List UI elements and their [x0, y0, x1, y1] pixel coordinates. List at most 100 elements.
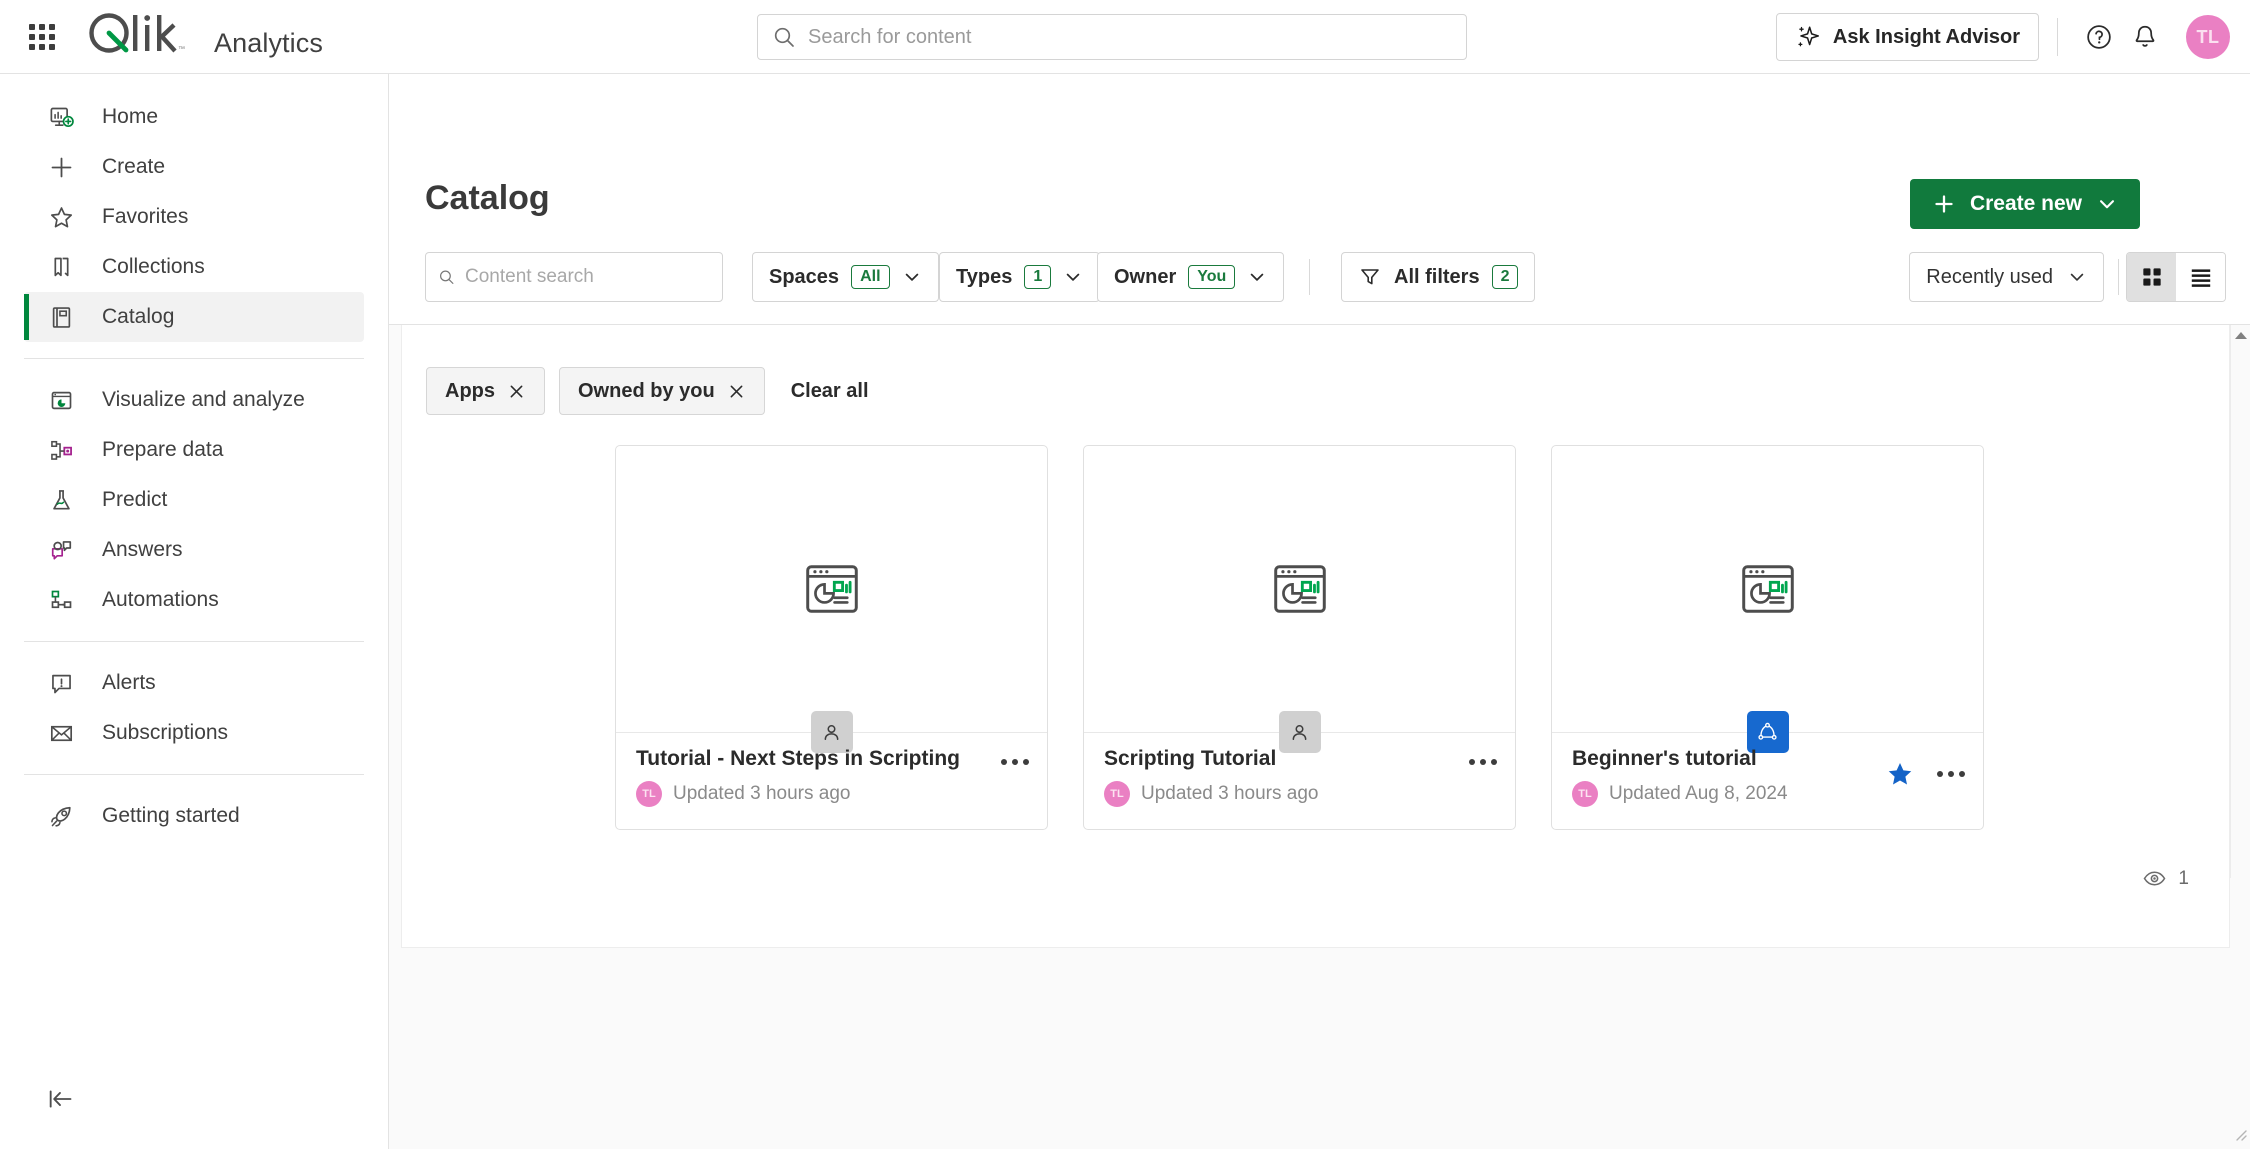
collapse-sidebar-button[interactable] — [38, 1077, 82, 1121]
content-search-box[interactable] — [425, 252, 723, 302]
sidebar-divider-3 — [24, 774, 364, 775]
types-filter-button[interactable]: Types 1 — [939, 252, 1101, 302]
collapse-left-icon — [49, 1090, 72, 1108]
sidebar-item-create[interactable]: Create — [24, 142, 364, 192]
sidebar-item-getting-started[interactable]: Getting started — [24, 791, 364, 841]
more-options-icon[interactable] — [1469, 759, 1497, 765]
app-card-body: Scripting Tutorial TL Updated 3 hours ag… — [1084, 733, 1515, 829]
results-vertical-scrollbar[interactable] — [2230, 325, 2250, 878]
all-filters-badge: 2 — [1491, 265, 1519, 289]
close-x-icon[interactable] — [507, 382, 526, 401]
app-card-body: Beginner's tutorial TL Updated Aug 8, 20… — [1552, 733, 1983, 829]
app-card[interactable]: Scripting Tutorial TL Updated 3 hours ag… — [1083, 445, 1516, 830]
sidebar-item-label: Visualize and analyze — [102, 388, 305, 411]
help-button[interactable] — [2076, 14, 2122, 60]
more-options-icon[interactable] — [1937, 771, 1965, 777]
close-x-icon[interactable] — [727, 382, 746, 401]
top-right-actions: Ask Insight Advisor TL — [1775, 0, 2230, 74]
app-chart-window-icon — [1273, 565, 1326, 613]
ask-insight-advisor-label: Ask Insight Advisor — [1832, 25, 2020, 48]
clear-all-filters-button[interactable]: Clear all — [791, 380, 869, 403]
sidebar-item-label: Automations — [102, 588, 219, 611]
global-search-input[interactable] — [808, 25, 1452, 49]
filter-chip-owned-by-you[interactable]: Owned by you — [559, 367, 765, 415]
main-content-area: Catalog Create new Spaces All Types — [389, 74, 2250, 1149]
sidebar-item-label: Predict — [102, 488, 168, 511]
app-card-actions — [1885, 759, 1965, 789]
scroll-up-arrow-button[interactable] — [2231, 325, 2250, 345]
plus-icon — [46, 152, 76, 182]
sidebar-item-prepare-data[interactable]: Prepare data — [24, 425, 364, 475]
app-card-updated: Updated Aug 8, 2024 — [1609, 783, 1788, 804]
app-card[interactable]: Tutorial - Next Steps in Scripting TL Up… — [615, 445, 1048, 830]
owner-filter-button[interactable]: Owner You — [1097, 252, 1285, 302]
view-mode-toggle — [2126, 252, 2226, 302]
user-avatar[interactable]: TL — [2186, 15, 2230, 59]
more-options-icon[interactable] — [1001, 759, 1029, 765]
global-search-box[interactable] — [757, 14, 1467, 60]
sidebar-item-predict[interactable]: Predict — [24, 475, 364, 525]
sidebar-item-favorites[interactable]: Favorites — [24, 192, 364, 242]
left-sidebar-nav: Home Create Favorites Collections Catalo… — [0, 74, 389, 1149]
content-search-input[interactable] — [465, 266, 710, 288]
sidebar-item-alerts[interactable]: Alerts — [24, 658, 364, 708]
brand-home-link[interactable]: ™ Analytics — [86, 10, 323, 63]
bookmark-icon — [46, 252, 76, 282]
sparkle-icon — [1798, 26, 1819, 47]
search-icon — [440, 270, 454, 284]
active-filter-chips: Apps Owned by you Clear all — [426, 367, 869, 415]
sidebar-item-label: Prepare data — [102, 438, 224, 461]
ask-insight-advisor-button[interactable]: Ask Insight Advisor — [1775, 13, 2039, 61]
sidebar-item-automations[interactable]: Automations — [24, 575, 364, 625]
app-chart-window-icon — [805, 565, 858, 613]
sidebar-item-answers[interactable]: Answers — [24, 525, 364, 575]
resize-grip-icon[interactable] — [2231, 1125, 2247, 1146]
list-view-button[interactable] — [2176, 253, 2225, 301]
toolbar-divider-2 — [2118, 259, 2119, 295]
favorite-star-button[interactable] — [1885, 759, 1915, 789]
top-header-bar: ™ Analytics Ask Insight Advisor — [0, 0, 2250, 74]
sidebar-item-label: Favorites — [102, 205, 189, 228]
star-filled-icon — [1888, 763, 1912, 785]
sort-dropdown-button[interactable]: Recently used — [1909, 252, 2104, 302]
svg-text:™: ™ — [178, 46, 185, 53]
home-dashboard-icon — [46, 102, 76, 132]
app-launcher-button[interactable] — [20, 15, 64, 59]
filter-chip-apps[interactable]: Apps — [426, 367, 545, 415]
app-launcher-grid-icon — [29, 23, 55, 50]
sort-label: Recently used — [1926, 265, 2053, 288]
notifications-button[interactable] — [2122, 14, 2168, 60]
chevron-down-icon — [2099, 200, 2115, 209]
create-new-label: Create new — [1969, 192, 2082, 215]
app-card-thumbnail — [1552, 446, 1983, 732]
sidebar-item-subscriptions[interactable]: Subscriptions — [24, 708, 364, 758]
help-circle-icon — [2087, 25, 2111, 49]
app-cards-grid: Tutorial - Next Steps in Scripting TL Up… — [615, 445, 1984, 830]
alert-exclamation-icon — [46, 668, 76, 698]
grid-view-button[interactable] — [2127, 253, 2176, 301]
chart-window-icon — [46, 385, 76, 415]
owner-avatar: TL — [636, 781, 662, 807]
search-icon — [774, 27, 794, 47]
sidebar-item-visualize-and-analyze[interactable]: Visualize and analyze — [24, 375, 364, 425]
types-filter-badge: 1 — [1024, 265, 1052, 289]
catalog-toolbar: Spaces All Types 1 Owner You All — [425, 252, 2226, 304]
owner-avatar: TL — [1572, 781, 1598, 807]
all-filters-button[interactable]: All filters 2 — [1341, 252, 1536, 302]
owner-initials: TL — [642, 788, 656, 800]
app-card-updated: Updated 3 hours ago — [1141, 783, 1319, 804]
chevron-down-icon — [905, 273, 918, 281]
spaces-filter-button[interactable]: Spaces All — [752, 252, 939, 302]
sidebar-item-label: Alerts — [102, 671, 156, 694]
sidebar-item-home[interactable]: Home — [24, 92, 364, 142]
sidebar-item-catalog[interactable]: Catalog — [24, 292, 364, 342]
create-new-button[interactable]: Create new — [1909, 179, 2140, 229]
funnel-filter-icon — [1361, 269, 1379, 285]
sidebar-divider-1 — [24, 358, 364, 359]
grid-view-icon — [2142, 268, 2161, 286]
sidebar-item-label: Answers — [102, 538, 183, 561]
app-card[interactable]: Beginner's tutorial TL Updated Aug 8, 20… — [1551, 445, 1984, 830]
app-name-label: Analytics — [214, 28, 323, 58]
sidebar-item-collections[interactable]: Collections — [24, 242, 364, 292]
spaces-filter-label: Spaces — [769, 265, 840, 288]
